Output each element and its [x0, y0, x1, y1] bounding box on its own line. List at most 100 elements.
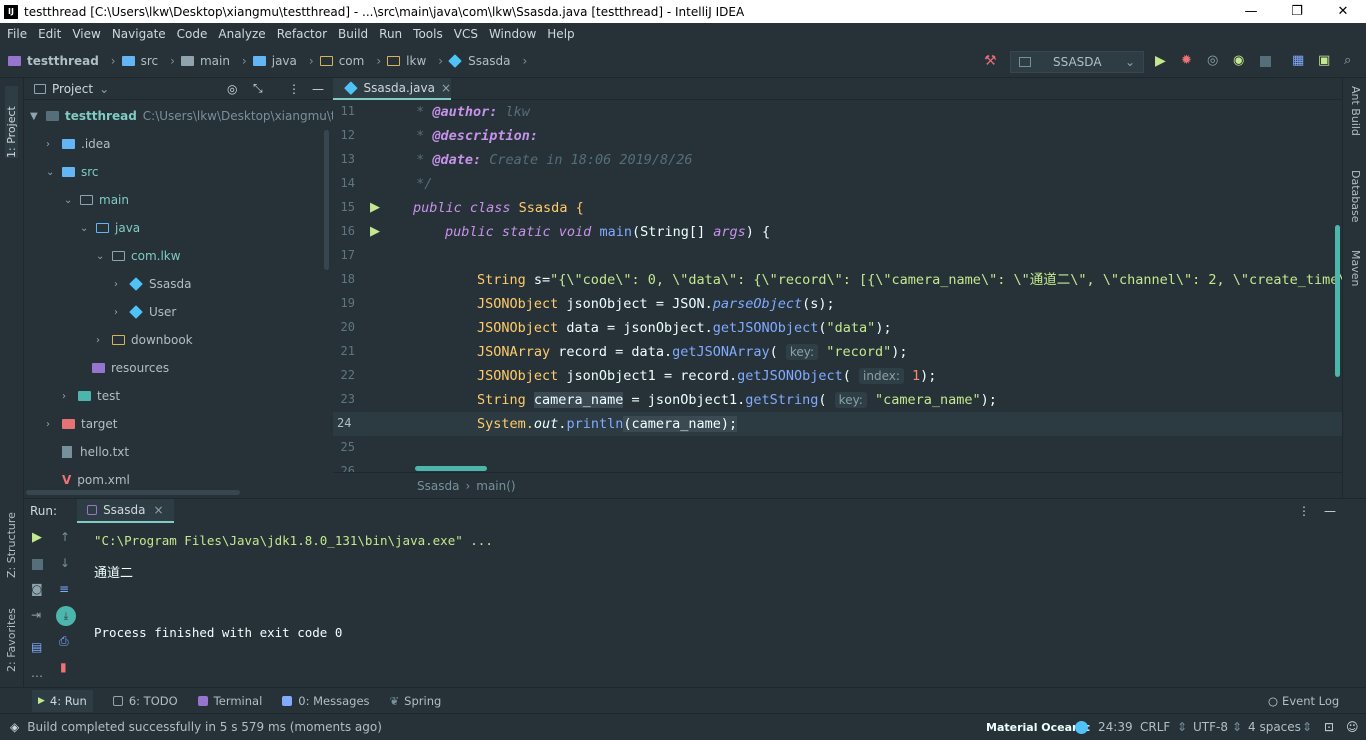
tool-favorites[interactable]: 2: Favorites	[5, 600, 18, 672]
run-config-select[interactable]: SSASDA ⌄	[1010, 51, 1144, 73]
more-icon[interactable]: …	[31, 666, 43, 680]
menu-window[interactable]: Window	[484, 27, 542, 41]
tree-item-target[interactable]: › target	[46, 410, 118, 438]
tool-todo[interactable]: 6: TODO	[112, 694, 178, 708]
minimize-panel-icon[interactable]: —	[1324, 504, 1336, 518]
crumb-class[interactable]: Ssasda	[417, 479, 459, 493]
camera-icon[interactable]: ◙	[31, 582, 43, 596]
tool-event-log[interactable]: ○ Event Log	[1268, 694, 1339, 708]
menu-edit[interactable]: Edit	[33, 27, 67, 41]
hide-panel-icon[interactable]: —	[312, 82, 324, 96]
menu-help[interactable]: Help	[542, 27, 580, 41]
arrow-down-icon[interactable]: ↓	[60, 556, 70, 570]
menu-tools[interactable]: Tools	[408, 27, 449, 41]
tree-item-user[interactable]: › User	[114, 298, 176, 326]
run-gutter-icon[interactable]: ▶	[370, 200, 380, 215]
tab-ssasda-java[interactable]: Ssasda.java ×	[333, 78, 451, 100]
collapse-icon[interactable]: ⤡	[253, 81, 263, 96]
editor-horizontal-scrollbar[interactable]	[415, 466, 487, 471]
crumb-project[interactable]: testthread	[8, 54, 99, 68]
exit-icon[interactable]: ⇥	[31, 608, 41, 622]
caret-position[interactable]: 24:39	[1098, 720, 1133, 734]
tool-spring[interactable]: ❦ Spring	[390, 694, 442, 708]
close-icon[interactable]: ×	[154, 503, 164, 517]
horizontal-scrollbar[interactable]	[26, 490, 240, 495]
file-encoding[interactable]: UTF-8	[1193, 720, 1228, 734]
tree-item-java[interactable]: ⌄ java	[80, 214, 140, 242]
search-icon[interactable]: ⌕	[1344, 53, 1358, 68]
tree-root[interactable]: ▼ testthread C:\Users\lkw\Desktop\xiangm…	[30, 102, 371, 130]
tree-label: .idea	[81, 137, 111, 151]
run-gutter-icon[interactable]: ▶	[370, 224, 380, 239]
layout-icon[interactable]: ▤	[31, 640, 42, 654]
close-window-button[interactable]: ✕	[1320, 0, 1366, 23]
menu-build[interactable]: Build	[333, 27, 374, 41]
stop-icon[interactable]	[1260, 56, 1271, 67]
menu-file[interactable]: File	[2, 27, 33, 41]
tool-project[interactable]: 1: Project	[5, 86, 18, 158]
build-hammer-icon[interactable]: ⚒	[984, 53, 998, 69]
scroll-to-end-icon[interactable]: ⤓	[56, 606, 76, 626]
close-icon[interactable]: ×	[441, 81, 451, 95]
tool-terminal[interactable]: Terminal	[197, 694, 262, 708]
menu-code[interactable]: Code	[172, 27, 214, 41]
indent-setting[interactable]: 4 spaces	[1248, 720, 1301, 734]
more-options-icon[interactable]: ⋮	[288, 82, 300, 96]
crumb-java[interactable]: java	[252, 54, 297, 68]
menu-vcs[interactable]: VCS	[449, 27, 484, 41]
minimize-button[interactable]: —	[1228, 0, 1274, 23]
code-editor[interactable]: * @author: lkw * @description: * @date: …	[408, 100, 1342, 472]
tool-structure[interactable]: Z: Structure	[5, 506, 18, 578]
project-title[interactable]: Project	[52, 82, 93, 96]
console-output[interactable]: "C:\Program Files\Java\jdk1.8.0_131\bin\…	[84, 522, 1342, 687]
stop-icon[interactable]	[32, 559, 43, 570]
run-icon[interactable]: ▶	[1155, 53, 1169, 69]
tree-item-ssasda[interactable]: › Ssasda	[114, 270, 191, 298]
tree-item-idea[interactable]: › .idea	[46, 130, 111, 158]
print-icon[interactable]: ⎙	[59, 634, 69, 649]
trash-icon[interactable]: ▮	[60, 660, 67, 674]
menu-navigate[interactable]: Navigate	[107, 27, 172, 41]
tool-ant-build[interactable]: Ant Build	[1349, 86, 1362, 156]
tool-maven[interactable]: Maven	[1349, 250, 1362, 310]
run-tab-ssasda[interactable]: Ssasda ×	[77, 498, 174, 523]
crumb-lkw[interactable]: lkw	[387, 54, 426, 68]
restore-button[interactable]: ❐	[1274, 0, 1320, 23]
soft-wrap-icon[interactable]: ≡	[59, 582, 69, 596]
tool-database[interactable]: Database	[1349, 170, 1362, 240]
profile-icon[interactable]: ◉	[1233, 53, 1247, 68]
tree-item-src[interactable]: ⌄ src	[46, 158, 99, 186]
status-message[interactable]: Build completed successfully in 5 s 579 …	[27, 720, 382, 734]
more-options-icon[interactable]: ⋮	[1298, 504, 1310, 518]
chevron-down-icon[interactable]: ⌄	[99, 82, 109, 96]
menu-view[interactable]: View	[67, 27, 106, 41]
crumb-com[interactable]: com	[319, 54, 364, 68]
menu-run[interactable]: Run	[374, 27, 408, 41]
vertical-scrollbar[interactable]	[324, 130, 329, 270]
crumb-main[interactable]: main	[180, 54, 230, 68]
crumb-method[interactable]: main()	[476, 479, 515, 493]
crumb-class[interactable]: Ssasda	[448, 54, 511, 68]
editor-vertical-scrollbar[interactable]	[1335, 225, 1340, 377]
tree-item-downbook[interactable]: › downbook	[96, 326, 193, 354]
crumb-src[interactable]: src	[121, 54, 158, 68]
tool-messages[interactable]: 0: Messages	[282, 694, 370, 708]
line-separator[interactable]: CRLF	[1140, 720, 1170, 734]
coverage-icon[interactable]: ◎	[1207, 53, 1221, 68]
tree-item-resources[interactable]: resources	[92, 354, 169, 382]
notifications-icon[interactable]: ☺	[1346, 720, 1359, 734]
locate-icon[interactable]: ◎	[227, 82, 237, 96]
tree-item-main[interactable]: ⌄ main	[64, 186, 129, 214]
tree-item-package[interactable]: ⌄ com.lkw	[96, 242, 181, 270]
project-structure-icon[interactable]: ▦	[1292, 53, 1306, 68]
tree-item-test[interactable]: › test	[62, 382, 120, 410]
menu-analyze[interactable]: Analyze	[213, 27, 271, 41]
arrow-up-icon[interactable]: ↑	[60, 530, 70, 544]
rerun-icon[interactable]: ▶	[32, 530, 42, 545]
menu-refactor[interactable]: Refactor	[272, 27, 333, 41]
terminal-icon[interactable]: ▣	[1318, 53, 1332, 68]
lock-icon[interactable]: ⊡	[1324, 720, 1334, 734]
tree-item-hello[interactable]: hello.txt	[62, 438, 129, 466]
debug-icon[interactable]: ✹	[1181, 53, 1195, 68]
tool-run[interactable]: ▶ 4: Run	[32, 689, 93, 712]
